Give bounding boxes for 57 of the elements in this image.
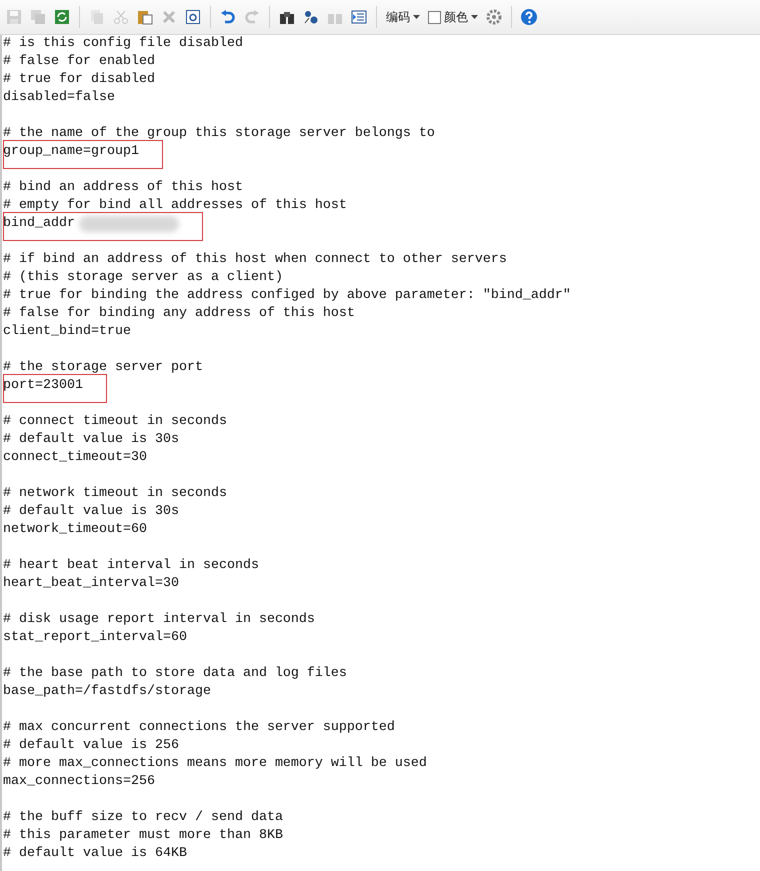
delete-icon	[161, 9, 177, 25]
comment-line: # default value is 30s	[3, 431, 179, 449]
comment-line: # bind an address of this host	[3, 179, 243, 197]
config-line: bind_addr	[3, 215, 75, 233]
reload-button[interactable]	[52, 7, 72, 27]
comment-line: # the buff size to recv / send data	[3, 809, 283, 827]
config-line: group_name=group1	[3, 143, 139, 161]
reload-icon	[54, 9, 70, 25]
caret-icon	[471, 15, 478, 19]
comment-line: # disk usage report interval in seconds	[3, 611, 315, 629]
help-button[interactable]	[519, 7, 539, 27]
config-line: base_path=/fastdfs/storage	[3, 683, 211, 701]
save-icon	[6, 9, 22, 25]
comment-line: # true for binding the address configed by above parameter: "bind_addr"	[3, 287, 571, 305]
comment-line: # default value is 256	[3, 737, 179, 755]
help-icon	[520, 8, 538, 26]
comment-line: # true for disabled	[3, 71, 155, 89]
comment-line: # max concurrent connections the server supported	[3, 719, 395, 737]
comment-line: # more max_connections means more memory will be used	[3, 755, 427, 773]
undo-icon	[220, 9, 236, 25]
paste-icon	[137, 9, 153, 25]
config-line: client_bind=true	[3, 323, 131, 341]
comment-line: # empty for bind all addresses of this host	[3, 197, 347, 215]
comment-line: # the name of the group this storage server belongs to	[3, 125, 435, 143]
encoding-dropdown[interactable]: 编码	[384, 8, 422, 26]
comment-line: # if bind an address of this host when connect to other servers	[3, 251, 507, 269]
comment-line: # default value is 64KB	[3, 845, 187, 863]
save-all-icon	[30, 9, 46, 25]
config-line: network_timeout=60	[3, 521, 147, 539]
config-line: port=23001	[3, 377, 83, 395]
select-all-icon	[185, 9, 201, 25]
scissors-icon	[113, 9, 129, 25]
comment-line: # connect timeout in seconds	[3, 413, 227, 431]
config-line: heart_beat_interval=30	[3, 575, 179, 593]
config-line: stat_report_interval=60	[3, 629, 187, 647]
indent-icon	[351, 9, 367, 25]
redo-icon	[244, 9, 260, 25]
settings-icon	[486, 9, 502, 25]
comment-line: # heart beat interval in seconds	[3, 557, 259, 575]
caret-icon	[413, 15, 420, 19]
copy-icon	[89, 9, 105, 25]
comment-line: # false for enabled	[3, 53, 155, 71]
config-line: max_connections=256	[3, 773, 155, 791]
config-line: disabled=false	[3, 89, 115, 107]
comment-line: # the storage server port	[3, 359, 203, 377]
select-all-button[interactable]	[183, 7, 203, 27]
comment-line: # (this storage server as a client)	[3, 269, 283, 287]
comment-line: # is this config file disabled	[3, 35, 243, 53]
checkbox[interactable]	[428, 10, 441, 24]
config-line: connect_timeout=30	[3, 449, 147, 467]
comment-line: # default value is 30s	[3, 503, 179, 521]
comment-line: # network timeout in seconds	[3, 485, 227, 503]
comment-line: # false for binding any address of this host	[3, 305, 355, 323]
comment-line: # this parameter must more than 8KB	[3, 827, 283, 845]
comment-line: # the base path to store data and log files	[3, 665, 347, 683]
settings-button[interactable]	[484, 7, 504, 27]
color-dropdown[interactable]: 颜色	[426, 8, 480, 26]
